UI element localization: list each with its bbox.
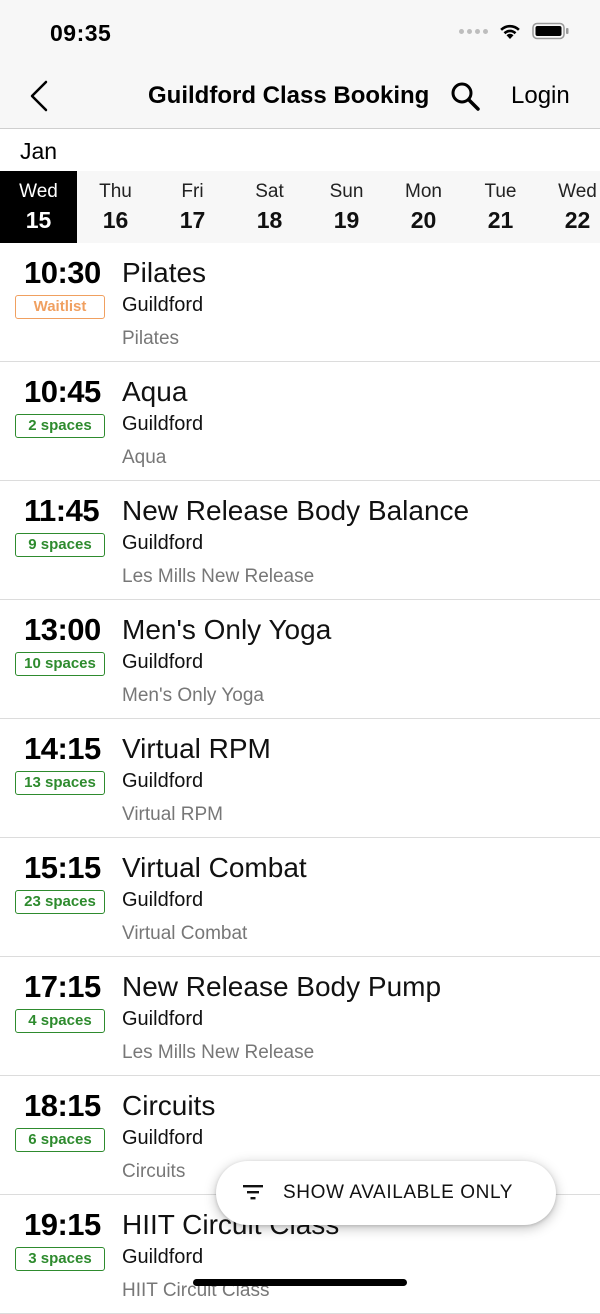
day-of-month: 18 [256,207,283,233]
class-name: New Release Body Pump [122,971,442,1002]
day-of-month: 17 [179,207,206,233]
class-name: New Release Body Balance [122,495,470,526]
day-of-week: Sun [329,181,364,202]
class-location: Guildford [122,770,204,792]
day-of-month: 21 [487,207,514,233]
class-time: 15:15 [24,850,101,885]
battery-icon [532,22,569,40]
day-tab[interactable]: Sat 18 [231,171,308,243]
class-row[interactable]: 10:45 2 spaces Aqua Guildford Aqua [0,362,600,481]
spaces-badge: 3 spaces [15,1247,105,1271]
class-time: 18:15 [24,1088,101,1123]
class-name: Virtual Combat [122,852,307,883]
day-tab[interactable]: Fri 17 [154,171,231,243]
class-category: Men's Only Yoga [122,685,264,706]
day-tab[interactable]: Thu 16 [77,171,154,243]
class-row[interactable]: 13:00 10 spaces Men's Only Yoga Guildfor… [0,600,600,719]
class-location: Guildford [122,532,204,554]
day-of-month: 16 [102,207,129,233]
class-row[interactable]: 11:45 9 spaces New Release Body Balance … [0,481,600,600]
day-of-week: Tue [484,181,517,202]
day-tab[interactable]: Wed 22 [539,171,600,243]
day-of-week: Fri [181,181,204,202]
status-time: 09:35 [50,20,112,46]
day-of-month: 19 [333,207,360,233]
class-category: Circuits [122,1161,186,1182]
filter-icon [243,1185,263,1200]
search-button[interactable] [448,79,482,113]
day-of-month: 22 [564,207,591,233]
class-name: Circuits [122,1090,216,1121]
day-of-week: Sat [255,181,284,202]
month-label: Jan [20,138,58,164]
class-time: 19:15 [24,1207,101,1242]
day-of-week: Mon [405,181,442,202]
class-name: Pilates [122,257,207,288]
day-of-week: Wed [19,181,58,202]
day-of-month: 15 [25,207,52,233]
class-location: Guildford [122,413,204,435]
class-time: 11:45 [24,493,100,528]
day-tab[interactable]: Mon 20 [385,171,462,243]
wifi-icon [500,24,520,39]
class-location: Guildford [122,1008,204,1030]
back-button[interactable] [24,78,60,114]
day-selector: Wed 15 Thu 16 Fri 17 Sat 18 Sun 19 Mon 2… [0,171,600,243]
spaces-badge: 6 spaces [15,1128,105,1152]
class-time: 14:15 [24,731,101,766]
class-location: Guildford [122,294,204,316]
class-time: 17:15 [24,969,101,1004]
day-of-month: 20 [410,207,437,233]
show-available-only-button[interactable]: SHOW AVAILABLE ONLY [216,1161,556,1225]
class-list: 10:30 Waitlist Pilates Guildford Pilates… [0,243,600,1314]
class-name: Aqua [122,376,188,407]
spaces-badge: 10 spaces [15,652,105,676]
status-icons [459,22,570,40]
class-location: Guildford [122,1127,204,1149]
day-tab[interactable]: Tue 21 [462,171,539,243]
cellular-signal-icon [459,28,488,34]
class-row[interactable]: 15:15 23 spaces Virtual Combat Guildford… [0,838,600,957]
spaces-badge: 9 spaces [15,533,105,557]
class-time: 10:30 [24,255,101,290]
class-category: Les Mills New Release [122,566,315,587]
spaces-badge: 4 spaces [15,1009,105,1033]
nav-bar: Guildford Class Booking Login [0,64,600,129]
page-title: Guildford Class Booking [148,82,430,109]
status-bar: 09:35 [0,0,600,64]
home-indicator [193,1279,407,1286]
chevron-left-icon [30,80,48,112]
filter-label: SHOW AVAILABLE ONLY [283,1182,513,1203]
class-time: 10:45 [24,374,101,409]
spaces-badge: 23 spaces [15,890,105,914]
spaces-badge: 2 spaces [15,414,105,438]
class-location: Guildford [122,889,204,911]
class-category: Aqua [122,447,167,468]
class-name: Men's Only Yoga [122,614,332,645]
class-category: Virtual RPM [122,804,224,825]
day-of-week: Thu [99,181,132,202]
search-icon [451,82,480,111]
class-row[interactable]: 17:15 4 spaces New Release Body Pump Gui… [0,957,600,1076]
waitlist-badge: Waitlist [15,295,105,319]
login-button[interactable]: Login [511,82,570,110]
day-tab[interactable]: Sun 19 [308,171,385,243]
class-time: 13:00 [24,612,101,647]
class-category: Les Mills New Release [122,1042,315,1063]
class-name: Virtual RPM [122,733,271,764]
day-of-week: Wed [558,181,597,202]
class-row[interactable]: 14:15 13 spaces Virtual RPM Guildford Vi… [0,719,600,838]
spaces-badge: 13 spaces [15,771,105,795]
day-tab-selected[interactable]: Wed 15 [0,171,77,243]
class-category: Virtual Combat [122,923,248,944]
class-row[interactable]: 10:30 Waitlist Pilates Guildford Pilates [0,243,600,362]
class-category: Pilates [122,328,180,349]
class-location: Guildford [122,1246,204,1268]
class-location: Guildford [122,651,204,673]
